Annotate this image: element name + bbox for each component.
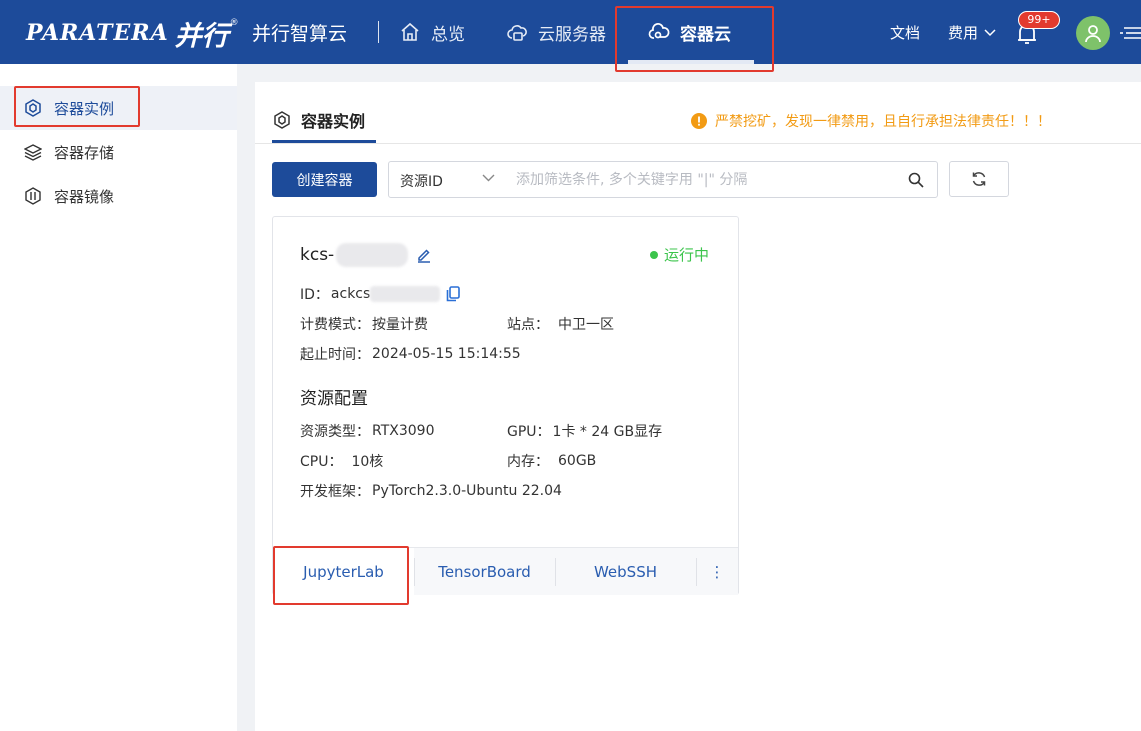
framework-value: PyTorch2.3.0-Ubuntu 22.04 <box>372 483 562 499</box>
notification-badge: 99+ <box>1018 11 1060 29</box>
tensorboard-button[interactable]: TensorBoard <box>414 548 555 595</box>
sidebar-item-container-storage[interactable]: 容器存储 <box>0 130 237 174</box>
nav-active-underline <box>628 60 754 64</box>
site-row: 站点： 中卫一区 <box>507 314 614 334</box>
sidebar-item-label: 容器存储 <box>54 143 115 162</box>
instance-id-row: ID： ackcs <box>300 284 461 304</box>
create-container-button[interactable]: 创建容器 <box>272 162 377 197</box>
container-instance-icon <box>274 111 290 129</box>
nav-item-container-cloud[interactable]: 容器云 <box>648 19 731 45</box>
filter-input[interactable] <box>516 168 896 192</box>
instance-name-text: kcs- <box>300 245 335 265</box>
refresh-icon <box>972 172 986 186</box>
title-divider <box>255 143 1141 144</box>
container-instance-icon <box>25 99 41 117</box>
action-divider <box>414 558 415 586</box>
sidebar-item-label: 容器镜像 <box>54 187 115 206</box>
edit-icon[interactable] <box>416 247 432 263</box>
container-instance-card: kcs- 运行中 ID： ackcs 计费模式： 按量计费 站点： 中卫一区 起… <box>272 216 739 595</box>
paratera-logo[interactable]: PARATERA 并行 ® <box>26 16 239 52</box>
warning-text: 严禁挖矿，发现一律禁用，且自行承担法律责任！！！ <box>715 114 1051 130</box>
logo-cn-text: 并行 <box>174 20 229 52</box>
id-label: ID： <box>300 287 329 303</box>
top-bar: PARATERA 并行 ® 并行智算云 总览 云服务器 容器云 文档 费用 99… <box>0 0 1141 64</box>
mining-warning: 严禁挖矿，发现一律禁用，且自行承担法律责任！！！ <box>691 111 1051 131</box>
brand-divider <box>378 21 379 43</box>
avatar[interactable] <box>1076 16 1110 50</box>
id-value: ackcs <box>330 286 371 302</box>
redacted-name <box>336 243 409 267</box>
memory-row: 内存： 60GB <box>507 451 596 471</box>
refresh-button[interactable] <box>949 161 1009 197</box>
time-label: 起止时间： <box>300 347 370 363</box>
main-panel: 容器实例 严禁挖矿，发现一律禁用，且自行承担法律责任！！！ 创建容器 资源ID … <box>255 82 1141 731</box>
nav-item-overview[interactable]: 总览 <box>399 19 465 45</box>
user-icon <box>1085 25 1101 43</box>
cloud-server-icon <box>507 25 527 41</box>
time-value: 2024-05-15 15:14:55 <box>372 346 521 362</box>
status-badge: 运行中 <box>650 244 709 265</box>
layers-icon <box>24 144 42 161</box>
instance-name: kcs- <box>300 243 432 267</box>
chevron-down-icon[interactable] <box>482 174 495 182</box>
logo-text: PARATERA <box>26 20 169 46</box>
sidebar: 容器实例 容器存储 容器镜像 <box>0 64 237 731</box>
framework-row: 开发框架： PyTorch2.3.0-Ubuntu 22.04 <box>300 481 562 501</box>
site-label: 站点： <box>507 317 549 333</box>
jupyterlab-button[interactable]: JupyterLab <box>273 548 414 595</box>
container-cloud-icon <box>648 23 670 39</box>
action-divider <box>555 558 556 586</box>
billing-value: 按量计费 <box>372 317 428 333</box>
cpu-row: CPU： 10核 <box>300 451 383 471</box>
card-actions: JupyterLab TensorBoard WebSSH ⋮ <box>273 547 738 595</box>
page-title: 容器实例 <box>273 108 365 132</box>
sidebar-item-container-image[interactable]: 容器镜像 <box>0 174 237 218</box>
nav-label: 云服务器 <box>538 24 606 45</box>
status-dot <box>650 250 658 259</box>
filter-field-select[interactable]: 资源ID <box>400 171 443 191</box>
cpu-value: 10核 <box>351 454 384 470</box>
billing-row: 计费模式： 按量计费 <box>300 314 428 334</box>
warning-icon <box>691 113 707 129</box>
more-actions-button[interactable]: ⋮ <box>696 548 738 595</box>
sidebar-item-container-instance[interactable]: 容器实例 <box>0 86 237 130</box>
redacted-id <box>370 286 441 302</box>
resource-type-row: 资源类型： RTX3090 <box>300 421 434 441</box>
fee-label: 费用 <box>948 24 979 42</box>
home-icon <box>401 22 419 41</box>
resource-type-label: 资源类型： <box>300 424 370 440</box>
gpu-row: GPU： 1卡 * 24 GB显存 <box>507 421 662 441</box>
cpu-label: CPU： <box>300 454 343 470</box>
nav-item-cloud-server[interactable]: 云服务器 <box>506 19 606 45</box>
action-divider <box>696 558 697 586</box>
brand-name: 并行智算云 <box>252 23 348 45</box>
billing-label: 计费模式： <box>300 317 370 333</box>
docs-link[interactable]: 文档 <box>890 22 920 43</box>
nav-label: 容器云 <box>680 24 731 45</box>
search-icon[interactable] <box>908 172 924 188</box>
copy-icon[interactable] <box>446 286 461 302</box>
framework-label: 开发框架： <box>300 484 370 500</box>
chevron-down-icon <box>984 28 996 36</box>
site-value: 中卫一区 <box>558 317 614 333</box>
filter-bar: 资源ID <box>388 161 938 198</box>
memory-value: 60GB <box>558 453 597 469</box>
fee-menu[interactable]: 费用 <box>948 22 996 43</box>
image-icon <box>25 187 41 205</box>
gpu-value: 1卡 * 24 GB显存 <box>552 424 663 440</box>
status-text: 运行中 <box>664 246 710 264</box>
page-title-text: 容器实例 <box>301 112 366 131</box>
menu-icon[interactable] <box>1120 26 1141 40</box>
resource-type-value: RTX3090 <box>372 423 435 439</box>
webssh-button[interactable]: WebSSH <box>555 548 696 595</box>
resource-config-title: 资源配置 <box>300 389 368 409</box>
gpu-label: GPU： <box>507 424 551 440</box>
registered-mark: ® <box>229 18 239 28</box>
memory-label: 内存： <box>507 454 549 470</box>
time-row: 起止时间： 2024-05-15 15:14:55 <box>300 344 521 364</box>
nav-label: 总览 <box>431 24 465 45</box>
sidebar-item-label: 容器实例 <box>54 99 115 118</box>
